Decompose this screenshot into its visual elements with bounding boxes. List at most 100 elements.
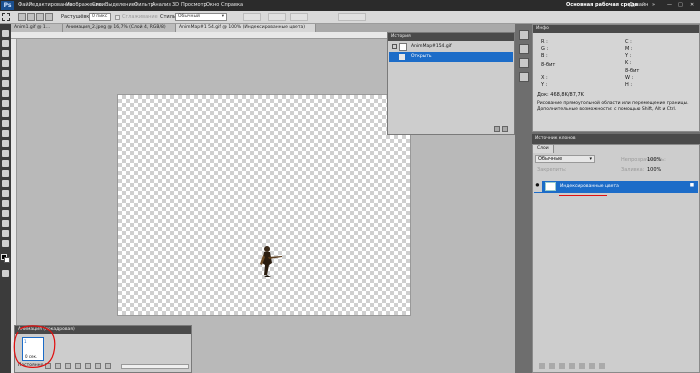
history-doc-name: AnimMap#154.gif [411,44,452,49]
chevron-down-icon: ▾ [589,156,592,162]
smooth-checkbox[interactable] [115,15,120,20]
history-brush-icon[interactable] [2,120,9,127]
feather-input[interactable]: 0 пикс [89,13,111,21]
menu-view[interactable]: Просмотр [181,0,207,11]
history-step-open[interactable]: Открыть [389,52,513,62]
layers-footer [535,363,695,370]
actions-panel-icon[interactable] [519,44,529,54]
crop-icon[interactable] [2,70,9,77]
collapsed-panel-icons [517,28,531,92]
red-circle-annotation [13,325,56,368]
history-panel-icon[interactable] [519,30,529,40]
menu-analysis[interactable]: Анализ [152,0,171,11]
history-snapshot[interactable]: AnimMap#154.gif [389,42,513,52]
blend-mode-select[interactable]: Обычные ▾ [535,155,595,163]
workspace-switcher[interactable]: Основная рабочая среда [566,0,638,11]
info-x: X : [541,75,548,81]
magic-wand-icon[interactable] [2,60,9,67]
refine-edge-button[interactable] [338,13,366,21]
tab-layers[interactable]: Слои [533,145,554,153]
next-frame-icon[interactable] [75,363,81,369]
brushes-panel-icon[interactable] [519,58,529,68]
tab-animmap-gif[interactable]: AnimMap#1 54.gif @ 100% (Индексированные… [176,24,316,32]
trash-icon[interactable] [502,126,508,132]
menu-window[interactable]: Окно [206,0,219,11]
blur-icon[interactable] [2,150,9,157]
info-panel-title[interactable]: Инфо [533,25,699,33]
chevron-down-icon: ▾ [221,14,224,19]
smooth-label: Сглаживание [122,14,158,20]
workspace-menu-icon[interactable]: » [652,0,655,11]
close-icon[interactable]: ✕ [690,0,694,11]
document-tabs: Anim1.gif @ 1... Анимация_2.jpeg @ 16,7%… [11,24,515,32]
background-color-swatch[interactable] [4,257,10,263]
marquee-tool-icon[interactable] [2,13,10,21]
info-c: C : [625,39,632,45]
duplicate-frame-icon[interactable] [95,363,101,369]
link-layers-icon[interactable] [539,363,545,369]
3d-rotate-icon[interactable] [2,210,9,217]
info-g: G : [541,46,549,52]
add-selection-icon[interactable] [27,13,35,21]
menu-layers[interactable]: Слои [92,0,105,11]
layer-mask-icon[interactable] [559,363,565,369]
quick-mask-icon[interactable] [2,270,9,277]
adjustment-layer-icon[interactable] [569,363,575,369]
3d-orbit-icon[interactable] [2,220,9,227]
style-select-value: Обычный [178,14,200,19]
play-icon[interactable] [65,363,71,369]
menu-help[interactable]: Справка [221,0,243,11]
eraser-icon[interactable] [2,130,9,137]
pen-icon[interactable] [2,170,9,177]
eye-icon[interactable]: ● [533,180,542,192]
new-group-icon[interactable] [579,363,585,369]
opacity-value[interactable]: 100% [647,157,661,163]
tween-icon[interactable] [85,363,91,369]
clone-source-panel-icon[interactable] [519,72,529,82]
subtract-selection-icon[interactable] [36,13,44,21]
layer-style-icon[interactable] [549,363,555,369]
menu-filter[interactable]: Фильтр [134,0,154,11]
info-y: Y : [625,53,632,59]
minimize-icon[interactable]: — [667,0,672,11]
maximize-icon[interactable]: □ [678,0,683,11]
menu-3d[interactable]: 3D [172,0,179,11]
frames-scrollbar[interactable] [121,364,189,369]
image-canvas[interactable] [117,94,411,316]
snapshot-source-icon[interactable] [392,44,397,49]
layer-row[interactable]: ● Индексированные цвета ■ [533,180,698,193]
gradient-icon[interactable] [2,140,9,147]
clone-stamp-icon[interactable] [2,110,9,117]
menu-select[interactable]: Выделение [105,0,135,11]
zoom-icon[interactable] [2,240,9,247]
healing-brush-icon[interactable] [2,90,9,97]
new-layer-icon[interactable] [589,363,595,369]
intersect-selection-icon[interactable] [45,13,53,21]
trash-icon[interactable] [599,363,605,369]
new-snapshot-icon[interactable] [494,126,500,132]
history-panel-title[interactable]: История [388,33,514,41]
fill-label: Заливка: [621,167,645,173]
new-selection-icon[interactable] [18,13,26,21]
eyedropper-icon[interactable] [2,80,9,87]
style-select[interactable]: Обычный ▾ [175,13,227,21]
info-y-coord: Y : [541,82,548,88]
layer-thumbnail [545,182,556,191]
delete-frame-icon[interactable] [105,363,111,369]
marquee-icon[interactable] [2,40,9,47]
brush-icon[interactable] [2,100,9,107]
clone-source-panel-header[interactable]: Источник клонов [532,134,700,144]
hand-icon[interactable] [2,230,9,237]
fill-value[interactable]: 100% [647,167,661,173]
dodge-icon[interactable] [2,160,9,167]
move-tool-icon[interactable] [2,30,9,37]
lasso-icon[interactable] [2,50,9,57]
snapshot-thumbnail [399,43,407,51]
type-icon[interactable] [2,180,9,187]
design-workspace[interactable]: Дизайн [629,0,648,11]
history-step-label: Открыть [411,54,432,59]
shape-icon[interactable] [2,200,9,207]
tab-animation-jpeg[interactable]: Анимация_2.jpeg @ 16,7% (Слой 4, RGB/8) [63,24,176,32]
tab-anim1[interactable]: Anim1.gif @ 1... [11,24,63,32]
path-selection-icon[interactable] [2,190,9,197]
